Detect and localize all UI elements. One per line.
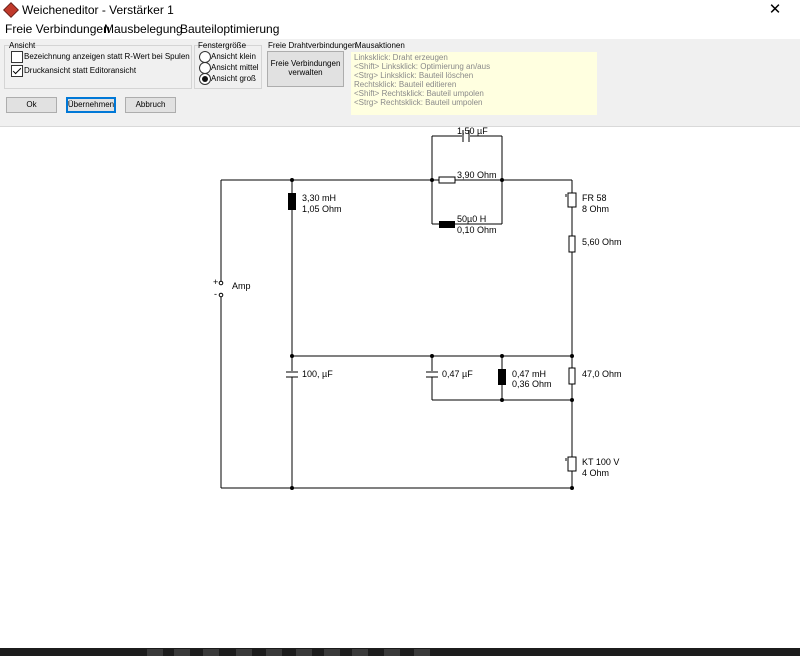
speaker-fr58[interactable] <box>565 192 577 208</box>
amp-minus: - <box>214 289 217 299</box>
menu-mausbelegung[interactable]: Mausbelegung <box>104 22 183 36</box>
freie-button-line1: Freie Verbindungen <box>270 59 341 68</box>
apply-button[interactable]: Übernehmen <box>66 97 116 113</box>
junction-dots <box>290 178 574 490</box>
amp-terminal-plus <box>218 280 224 286</box>
c-mid-label: 0,47 µF <box>442 369 473 379</box>
spk-kt-label-1: KT 100 V <box>582 457 619 467</box>
spk-kt-label-2: 4 Ohm <box>582 468 609 478</box>
schematic-svg: 1,50 µF 3,90 Ohm 50µ0 H 0,10 Ohm 3,30 mH… <box>213 126 622 490</box>
l-low-label-1: 0,47 mH <box>512 369 546 379</box>
maus-line-6: <Strg> Rechtsklick: Bauteil umpolen <box>354 98 483 107</box>
r-top-label: 3,90 Ohm <box>457 170 497 180</box>
r-right-label: 47,0 Ohm <box>582 369 622 379</box>
schematic-canvas[interactable]: 1,50 µF 3,90 Ohm 50µ0 H 0,10 Ohm 3,30 mH… <box>0 126 800 648</box>
mausaktionen-title: Mausaktionen <box>355 41 405 50</box>
maus-line-4: Rechtsklick: Bauteil editieren <box>354 80 457 89</box>
maus-line-2: <Shift> Linksklick: Optimierung an/aus <box>354 62 491 71</box>
inductor-50u[interactable] <box>439 221 455 228</box>
title-bar: Weicheneditor - Verstärker 1 ✕ <box>0 0 800 20</box>
inductor-0-47[interactable] <box>498 369 506 385</box>
window-title: Weicheneditor - Verstärker 1 <box>22 3 174 17</box>
freie-title: Freie Drahtverbindungen <box>268 41 357 50</box>
r-series-label: 5,60 Ohm <box>582 237 622 247</box>
ansicht-title: Ansicht <box>9 41 36 50</box>
l-left-label-2: 1,05 Ohm <box>302 204 342 214</box>
app-icon <box>3 2 19 18</box>
taskbar-strip <box>0 648 800 656</box>
ok-button[interactable]: Ok <box>6 97 57 113</box>
l-mid-label-2: 0,10 Ohm <box>457 225 497 235</box>
amp-label: Amp <box>232 281 251 291</box>
l-left-label-1: 3,30 mH <box>302 193 336 203</box>
radio-ansicht-gross-label: Ansicht groß <box>211 74 256 83</box>
c-top-label: 1,50 µF <box>457 127 488 136</box>
checkbox-bezeichnung[interactable] <box>11 51 23 63</box>
radio-ansicht-gross[interactable] <box>199 73 211 85</box>
menu-freie-verbindungen[interactable]: Freie Verbindungen <box>5 22 110 36</box>
capacitor-0-47u[interactable] <box>426 371 438 378</box>
resistor-3-90[interactable] <box>438 176 456 184</box>
inductor-3-30[interactable] <box>288 193 296 210</box>
spk-fr-label-1: FR 58 <box>582 193 607 203</box>
freie-verbindungen-button[interactable]: Freie Verbindungen verwalten <box>267 51 344 87</box>
l-low-label-2: 0,36 Ohm <box>512 379 552 389</box>
close-button[interactable]: ✕ <box>760 0 790 18</box>
checkbox-druckansicht-label: Druckansicht statt Editoransicht <box>24 66 137 75</box>
radio-ansicht-mittel-label: Ansicht mittel <box>211 63 259 72</box>
menu-bar: Freie Verbindungen Mausbelegung Bauteilo… <box>0 21 800 39</box>
spk-fr-label-2: 8 Ohm <box>582 204 609 214</box>
maus-line-3: <Strg> Linksklick: Bauteil löschen <box>354 71 474 80</box>
l-mid-label-1: 50µ0 H <box>457 214 486 224</box>
amp-terminal-minus <box>218 292 224 298</box>
cancel-button[interactable]: Abbruch <box>125 97 176 113</box>
checkbox-druckansicht[interactable] <box>11 65 23 77</box>
c-left-label: 100, µF <box>302 369 333 379</box>
fenstergroesse-title: Fenstergröße <box>198 41 247 50</box>
radio-ansicht-klein-label: Ansicht klein <box>211 52 256 61</box>
maus-line-5: <Shift> Rechtsklick: Bauteil umpolen <box>354 89 484 98</box>
mausaktionen-box: Linksklick: Draht erzeugen <Shift> Links… <box>351 52 597 115</box>
resistor-47[interactable] <box>568 367 576 385</box>
amp-plus: + <box>213 277 218 287</box>
menu-bauteiloptimierung[interactable]: Bauteiloptimierung <box>180 22 279 36</box>
speaker-kt100[interactable] <box>565 456 577 472</box>
checkbox-bezeichnung-label: Bezeichnung anzeigen statt R-Wert bei Sp… <box>24 52 190 61</box>
capacitor-100u[interactable] <box>286 371 298 378</box>
resistor-5-60[interactable] <box>568 235 576 253</box>
maus-line-1: Linksklick: Draht erzeugen <box>354 53 448 62</box>
freie-button-line2: verwalten <box>288 68 323 77</box>
